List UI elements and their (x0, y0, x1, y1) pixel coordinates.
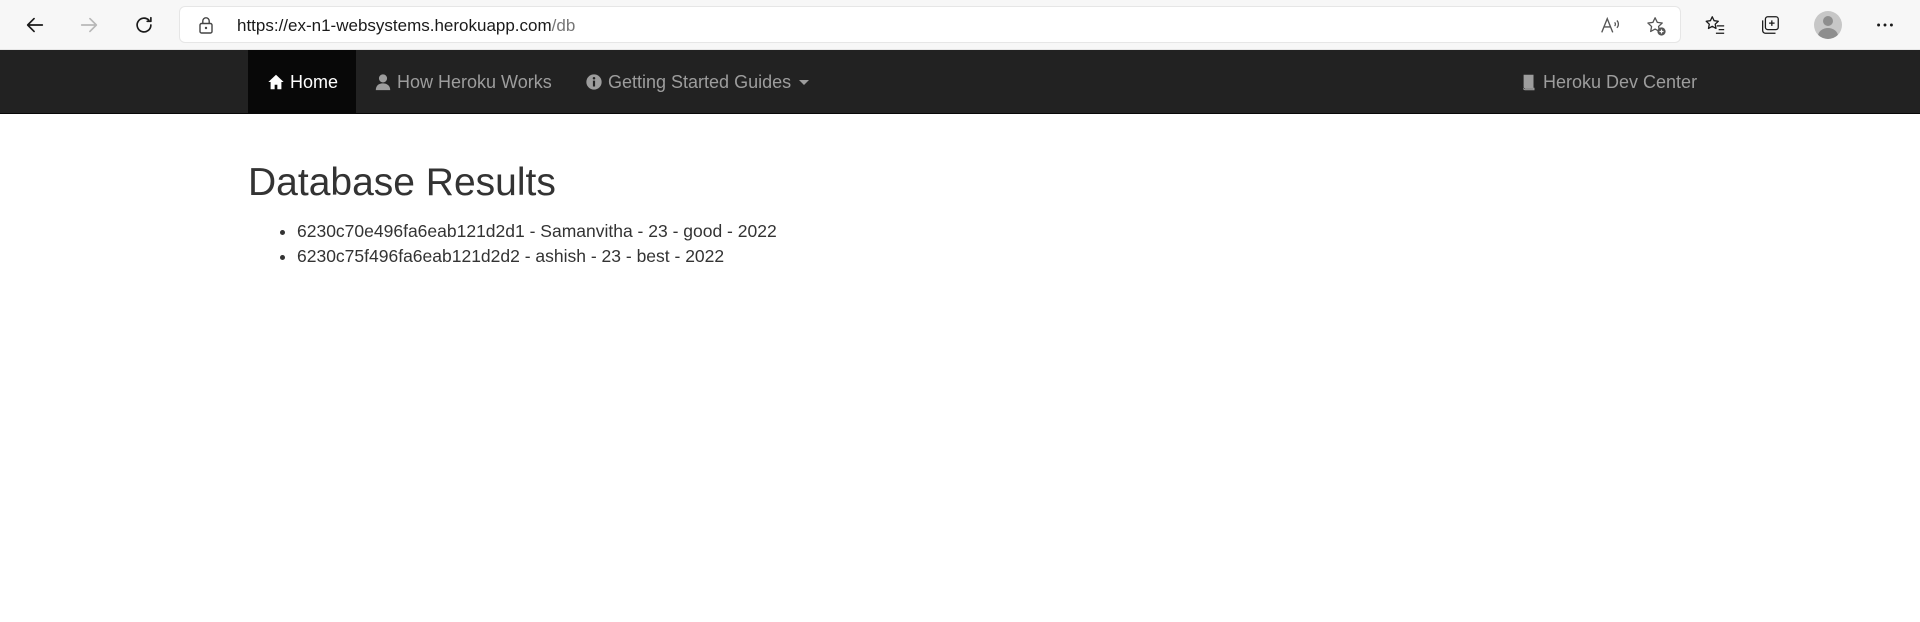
nav-devcenter-label: Heroku Dev Center (1543, 71, 1698, 92)
info-icon (584, 72, 604, 92)
more-menu-icon (1877, 23, 1893, 27)
favorites-icon (1705, 16, 1725, 34)
back-button[interactable] (19, 9, 51, 41)
collections-button[interactable] (1755, 10, 1785, 40)
lock-icon[interactable] (198, 16, 214, 34)
nav-getting-started-dropdown[interactable]: Getting Started Guides (584, 50, 810, 114)
url-text: https://ex-n1-websystems.herokuapp.com/d… (237, 16, 575, 36)
nav-home-link[interactable]: Home (248, 50, 357, 114)
nav-home-label: Home (290, 71, 339, 92)
refresh-button[interactable] (128, 9, 160, 41)
favorites-button[interactable] (1700, 10, 1730, 40)
caret-down-icon (799, 79, 810, 85)
add-favorite-icon (1647, 17, 1666, 36)
result-item: 6230c70e496fa6eab121d2d1 - Samanvitha - … (297, 219, 1688, 244)
collections-icon (1762, 16, 1779, 34)
read-aloud-button[interactable] (1598, 15, 1622, 37)
nav-how-heroku-works-link[interactable]: How Heroku Works (373, 50, 552, 114)
result-item: 6230c75f496fa6eab121d2d2 - ashish - 23 -… (297, 244, 1688, 269)
user-icon (373, 72, 393, 92)
url-path: /db (551, 16, 576, 35)
nav-how-label: How Heroku Works (397, 71, 552, 92)
more-menu-button[interactable] (1870, 10, 1900, 40)
main-content: Database Results 6230c70e496fa6eab121d2d… (248, 114, 1688, 269)
nav-guides-label: Getting Started Guides (608, 71, 792, 92)
forward-arrow-icon (80, 17, 98, 33)
book-icon (1519, 72, 1539, 92)
profile-button[interactable] (1813, 10, 1843, 40)
address-bar[interactable]: https://ex-n1-websystems.herokuapp.com/d… (179, 6, 1681, 43)
results-list: 6230c70e496fa6eab121d2d1 - Samanvitha - … (248, 219, 1688, 269)
add-favorite-button[interactable] (1644, 15, 1668, 37)
browser-toolbar: https://ex-n1-websystems.herokuapp.com/d… (0, 0, 1920, 50)
page-title: Database Results (248, 161, 556, 204)
home-icon (266, 72, 286, 92)
profile-avatar-icon (1814, 11, 1842, 39)
refresh-icon (136, 16, 152, 33)
site-navbar: Home How Heroku Works Getting Started Gu… (0, 50, 1920, 114)
nav-dev-center-link[interactable]: Heroku Dev Center (1519, 50, 1697, 114)
url-main: https://ex-n1-websystems.herokuapp.com (237, 16, 552, 35)
back-arrow-icon (26, 17, 44, 33)
forward-button[interactable] (73, 9, 105, 41)
read-aloud-icon (1601, 16, 1620, 33)
